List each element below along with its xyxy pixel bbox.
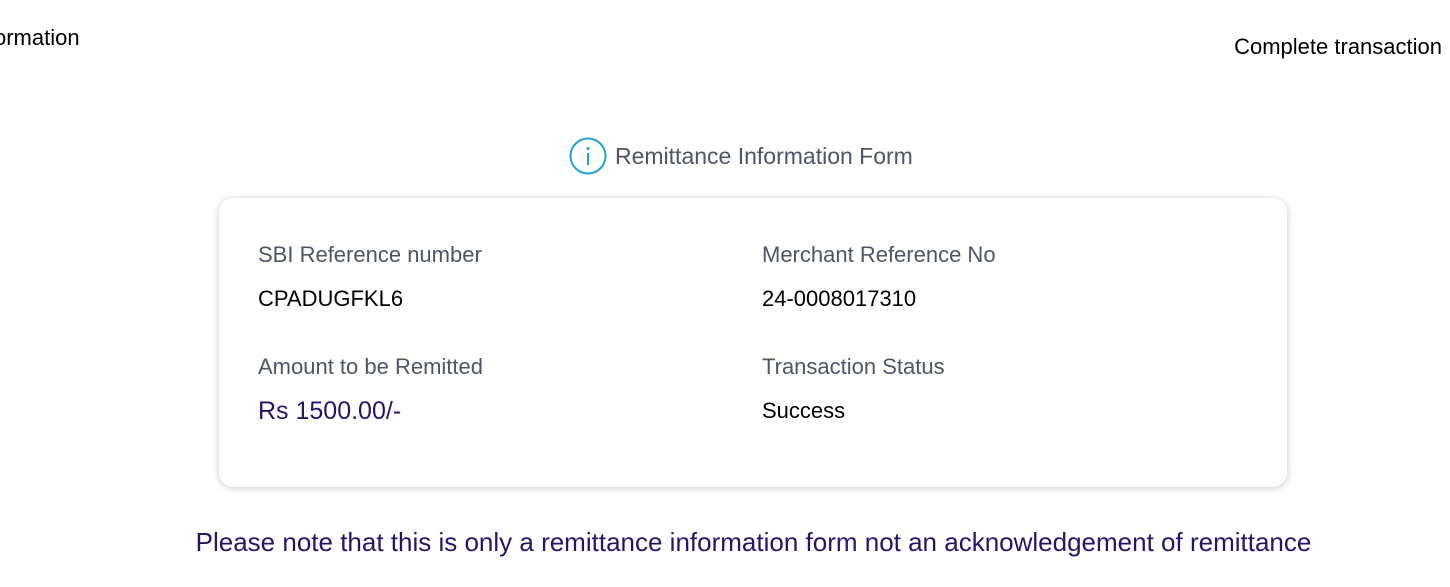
- merchant-reference-field: Merchant Reference No 24-0008017310: [762, 242, 996, 312]
- info-circle-icon: [569, 137, 607, 175]
- merchant-reference-value: 24-0008017310: [762, 286, 917, 311]
- stepper-step-complete-transaction: Complete transaction: [1234, 34, 1442, 60]
- field-label: Amount to be Remitted: [258, 354, 484, 379]
- field-label: SBI Reference number: [258, 242, 482, 267]
- stepper-step-label: Complete transaction: [1234, 34, 1442, 59]
- field-label: Transaction Status: [762, 354, 945, 379]
- stepper-step-remittance-information: ormation: [0, 25, 80, 51]
- amount-field: Amount to be Remitted Rs 1500.00/-: [258, 354, 483, 426]
- form-title: Remittance Information Form: [615, 142, 913, 169]
- sbi-reference-value: CPADUGFKL6: [258, 286, 404, 311]
- amount-value: Rs 1500.00/-: [258, 397, 402, 425]
- transaction-status-field: Transaction Status Success: [762, 354, 945, 424]
- form-header: Remittance Information Form: [569, 137, 913, 175]
- transaction-status-value: Success: [762, 398, 846, 423]
- sbi-reference-field: SBI Reference number CPADUGFKL6: [258, 242, 482, 312]
- disclaimer-note: Please note that this is only a remittan…: [195, 527, 1312, 557]
- stepper-step-label: ormation: [0, 25, 80, 50]
- field-label: Merchant Reference No: [762, 242, 996, 267]
- remittance-info-card: SBI Reference number CPADUGFKL6 Merchant…: [219, 198, 1287, 487]
